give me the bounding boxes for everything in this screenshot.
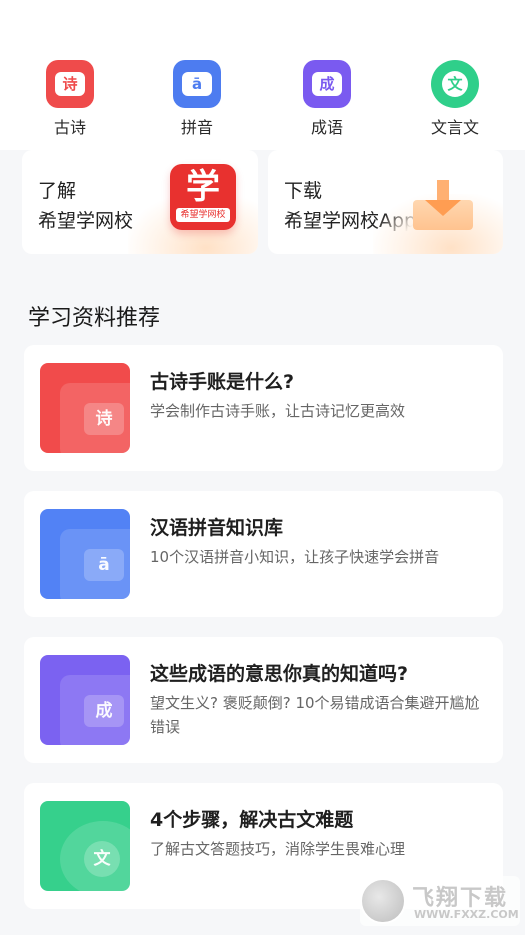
category-idiom[interactable]: 成 成语 <box>287 60 367 138</box>
list-item[interactable]: ā 汉语拼音知识库 10个汉语拼音小知识，让孩子快速学会拼音 <box>24 491 503 617</box>
pinyin-icon: ā <box>40 509 130 599</box>
promo-line1: 了解 <box>38 180 77 202</box>
app-logo: 学 希望学网校 <box>170 164 236 230</box>
list-item[interactable]: 成 这些成语的意思你真的知道吗? 望文生义? 褒贬颠倒? 10个易错成语合集避开… <box>24 637 503 763</box>
promo-download-card[interactable]: 下载 希望学网校App <box>268 150 503 254</box>
category-pinyin[interactable]: ā 拼音 <box>157 60 237 138</box>
category-row: 诗 古诗 ā 拼音 成 成语 文 文言文 <box>0 60 525 140</box>
item-desc: 10个汉语拼音小知识，让孩子快速学会拼音 <box>150 548 440 566</box>
item-title: 这些成语的意思你真的知道吗? <box>150 663 409 685</box>
pinyin-icon: ā <box>173 60 221 108</box>
section-title: 学习资料推荐 <box>28 306 161 331</box>
category-poem[interactable]: 诗 古诗 <box>30 60 110 138</box>
category-label: 成语 <box>310 118 343 137</box>
item-desc: 了解古文答题技巧，消除学生畏难心理 <box>150 840 406 858</box>
item-title: 古诗手账是什么? <box>150 371 295 393</box>
classical-icon: 文 <box>431 60 479 108</box>
item-title: 汉语拼音知识库 <box>150 517 284 539</box>
promo-learn-card[interactable]: 了解 希望学网校 学 希望学网校 <box>22 150 258 254</box>
category-label: 拼音 <box>180 118 213 137</box>
category-classical[interactable]: 文 文言文 <box>415 60 495 138</box>
classical-icon: 文 <box>40 801 130 891</box>
item-desc: 望文生义? 褒贬颠倒? 10个易错成语合集避开尴尬错误 <box>150 694 480 736</box>
list-item[interactable]: 诗 古诗手账是什么? 学会制作古诗手账，让古诗记忆更高效 <box>24 345 503 471</box>
watermark: 飞翔下载 WWW.FXXZ.COM <box>360 876 520 926</box>
idiom-icon: 成 <box>40 655 130 745</box>
category-label: 文言文 <box>430 118 479 137</box>
idiom-icon: 成 <box>303 60 351 108</box>
poem-icon: 诗 <box>46 60 94 108</box>
item-desc: 学会制作古诗手账，让古诗记忆更高效 <box>150 402 406 420</box>
promo-line1: 下载 <box>284 180 323 202</box>
promo-line2: 希望学网校 <box>38 210 134 232</box>
watermark-url: WWW.FXXZ.COM <box>414 908 519 921</box>
watermark-logo-icon <box>360 878 406 924</box>
category-label: 古诗 <box>53 118 86 137</box>
poem-icon: 诗 <box>40 363 130 453</box>
item-title: 4个步骤，解决古文难题 <box>150 809 354 831</box>
download-icon <box>413 180 473 240</box>
